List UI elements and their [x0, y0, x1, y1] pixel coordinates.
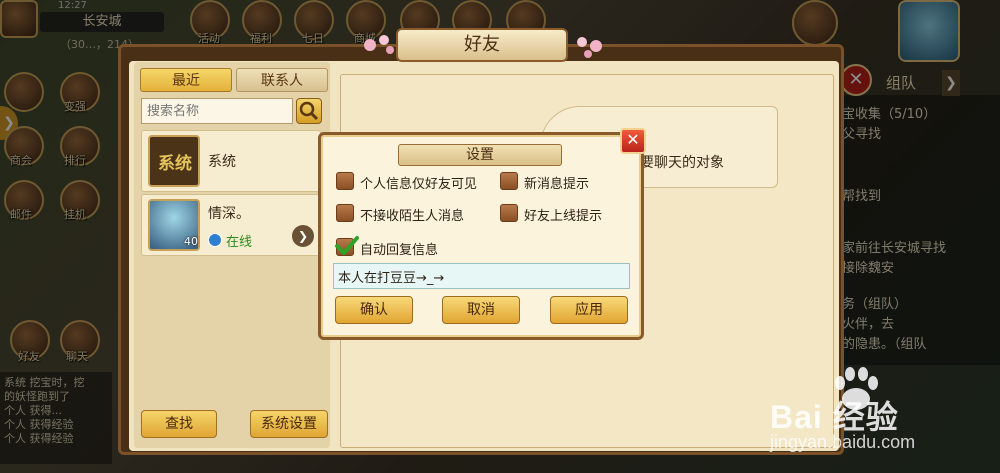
checkbox-profile-friends-only[interactable] — [336, 172, 354, 190]
blossom-decoration-icon — [364, 35, 394, 54]
search-icon — [299, 101, 319, 121]
cancel-button[interactable]: 取消 — [442, 296, 520, 324]
chevron-right-icon[interactable]: ❯ — [292, 225, 314, 247]
apply-button[interactable]: 应用 — [550, 296, 628, 324]
option-label: 好友上线提示 — [524, 209, 603, 224]
contact-row-friend[interactable]: 40 情深。 在线 ❯ — [141, 194, 321, 256]
friend-level: 40 — [184, 235, 198, 248]
contact-name: 情深。 — [208, 206, 250, 222]
confirm-button[interactable]: 确认 — [335, 296, 413, 324]
system-avatar-text: 系统 — [158, 154, 192, 174]
checkbox-friend-online-alert[interactable] — [500, 204, 518, 222]
find-button[interactable]: 查找 — [141, 410, 217, 438]
settings-title: 设置 — [398, 144, 562, 166]
chat-hint-text: 要聊天的对象 — [640, 155, 724, 171]
option-label: 不接收陌生人消息 — [360, 209, 465, 224]
online-status-icon — [208, 233, 222, 247]
option-label: 自动回复信息 — [360, 243, 439, 258]
search-button[interactable] — [296, 98, 322, 124]
close-icon[interactable]: ✕ — [620, 128, 646, 154]
contact-row-system[interactable]: 系统 系统 — [141, 130, 321, 192]
system-avatar: 系统 — [148, 135, 200, 187]
option-label: 个人信息仅好友可见 — [360, 177, 478, 192]
checkbox-block-strangers[interactable] — [336, 204, 354, 222]
system-settings-button[interactable]: 系统设置 — [250, 410, 328, 438]
tab-contacts[interactable]: 联系人 — [236, 68, 328, 92]
auto-reply-input[interactable] — [333, 263, 630, 289]
blossom-decoration-icon — [577, 37, 602, 58]
status-badge: 在线 — [226, 235, 253, 250]
avatar: 40 — [148, 199, 200, 251]
search-input[interactable] — [141, 98, 293, 124]
checkbox-new-message-alert[interactable] — [500, 172, 518, 190]
friends-panel-title: 好友 — [396, 28, 568, 62]
check-icon — [335, 236, 359, 255]
option-label: 新消息提示 — [524, 177, 590, 192]
tab-recent[interactable]: 最近 — [140, 68, 232, 92]
contact-name: 系统 — [208, 154, 236, 170]
watermark-url: jingyan.baidu.com — [770, 432, 916, 452]
